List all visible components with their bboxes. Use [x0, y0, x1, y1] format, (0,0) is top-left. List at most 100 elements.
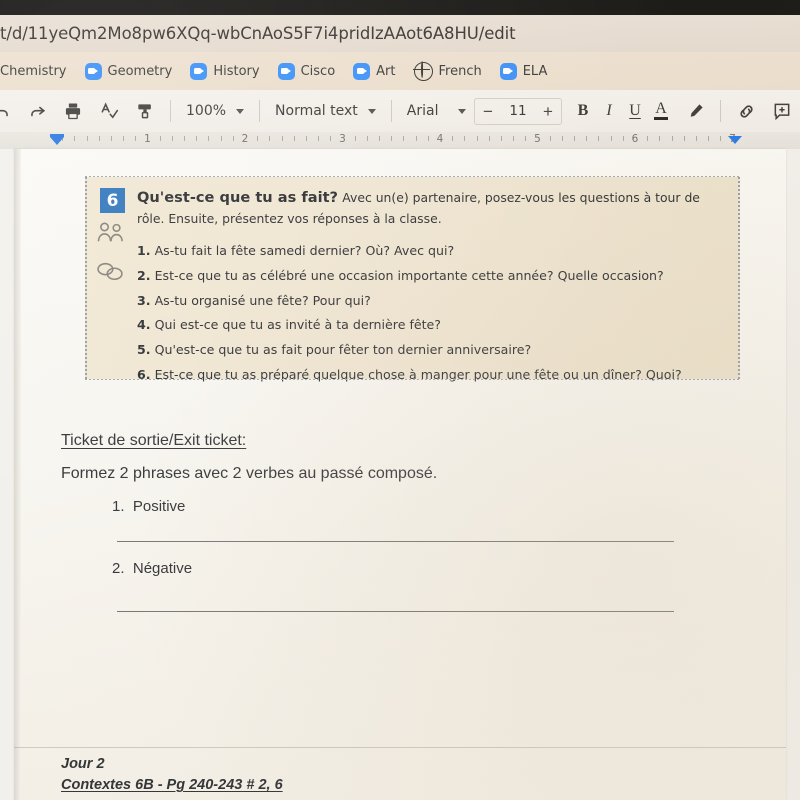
ruler-tick: [415, 136, 417, 141]
ruler-tick: [366, 136, 368, 141]
bookmark-ela[interactable]: ELA: [491, 58, 557, 84]
ruler-tick: [427, 136, 429, 141]
question-text: Est-ce que tu as célébré une occasion im…: [150, 267, 664, 283]
ruler-tick: [464, 136, 466, 141]
ruler-tick: [269, 136, 271, 141]
text-color-button[interactable]: A: [648, 98, 674, 124]
textbook-exercise-image[interactable]: 6 Qu'est-ce que tu as fait? Avec un(e) p…: [85, 176, 740, 382]
footer-day-label[interactable]: Jour 2: [61, 756, 105, 772]
ruler-tick: [488, 136, 490, 141]
spellcheck-icon[interactable]: [94, 96, 124, 126]
font-size-stepper[interactable]: − 11 +: [474, 97, 562, 125]
paragraph-style-value: Normal text: [275, 103, 358, 119]
list-item-number: 2.: [112, 560, 125, 577]
ruler-tick: [476, 136, 478, 141]
ruler-tick: [379, 136, 381, 141]
pair-work-icon: [97, 222, 123, 242]
decrease-font-size-button[interactable]: −: [475, 99, 501, 124]
ruler-tick: [622, 136, 624, 141]
question-number: 1.: [137, 243, 151, 258]
ruler-tick: [695, 136, 697, 141]
bookmark-label: French: [438, 63, 482, 79]
exit-ticket-prompt[interactable]: Formez 2 phrases avec 2 verbes au passé …: [61, 465, 437, 483]
footer-assignment-label[interactable]: Contextes 6B - Pg 240-243 # 2, 6: [61, 777, 283, 793]
paint-format-icon[interactable]: [130, 96, 160, 126]
exit-ticket-heading[interactable]: Ticket de sortie/Exit ticket:: [61, 432, 246, 450]
list-item-positive[interactable]: 1. Positive: [112, 498, 185, 515]
bookmark-french[interactable]: French: [405, 58, 491, 84]
answer-line-2[interactable]: [117, 611, 674, 612]
ruler-number: 3: [339, 133, 346, 145]
ruler-tick: [232, 136, 234, 141]
ruler-tick: [708, 136, 710, 141]
ruler-tick: [647, 136, 649, 141]
text-color-swatch: [654, 117, 668, 120]
ruler-tick: [159, 136, 161, 141]
browser-address-bar[interactable]: t/d/11yeQm2Mo8pw6XQq-wbCnAoS5F7i4pridIzA…: [0, 15, 800, 52]
exercise-instructions-line2: rôle. Ensuite, présentez vos réponses à …: [137, 210, 442, 226]
print-icon[interactable]: [58, 96, 88, 126]
ruler-tick: [208, 136, 210, 141]
exercise-activity-icons: [95, 221, 131, 287]
bookmark-geometry[interactable]: Geometry: [76, 58, 182, 84]
add-comment-icon[interactable]: [767, 96, 797, 126]
answer-line-1[interactable]: [117, 541, 674, 542]
font-size-value[interactable]: 11: [501, 103, 535, 119]
bookmark-art[interactable]: Art: [344, 58, 404, 84]
redo-icon[interactable]: [22, 96, 52, 126]
chevron-down-icon: [367, 108, 376, 114]
list-item-negative[interactable]: 2. Négative: [112, 560, 192, 577]
bookmark-label: ELA: [522, 63, 548, 79]
left-indent-marker[interactable]: [50, 137, 64, 145]
ruler-tick: [561, 136, 563, 141]
toolbar-divider: [390, 100, 392, 122]
zoom-level-value: 100%: [186, 103, 227, 119]
undo-icon[interactable]: [0, 96, 16, 126]
increase-font-size-button[interactable]: +: [535, 99, 561, 124]
question-text: Qui est-ce que tu as invité à ta dernièr…: [150, 317, 441, 333]
url-text[interactable]: t/d/11yeQm2Mo8pw6XQq-wbCnAoS5F7i4pridIzA…: [0, 24, 516, 43]
exercise-question: 6. Est-ce que tu as préparé quelque chos…: [137, 363, 724, 388]
ruler-tick: [525, 136, 527, 141]
exercise-question-list: 1. As-tu fait la fête samedi dernier? Où…: [137, 239, 724, 388]
ruler-tick: [330, 136, 332, 141]
page-break-line: [14, 747, 786, 748]
list-item-number: 1.: [112, 498, 125, 515]
zoom-level-dropdown[interactable]: 100%: [178, 98, 252, 124]
right-indent-marker[interactable]: [728, 136, 742, 144]
exercise-question: 4. Qui est-ce que tu as invité à ta dern…: [137, 313, 724, 338]
font-family-dropdown[interactable]: Arial: [399, 98, 474, 124]
link-icon[interactable]: [731, 96, 761, 126]
docs-toolbar: 100% Normal text Arial − 11 + B I U A: [0, 90, 800, 132]
bookmark-chemistry[interactable]: Chemistry: [0, 58, 76, 84]
ruler-tick: [354, 136, 356, 141]
highlight-pen-icon[interactable]: [680, 96, 710, 126]
speech-bubbles-icon: [97, 262, 123, 281]
ruler-tick: [549, 136, 551, 141]
ruler-tick: [135, 136, 137, 141]
document-page[interactable]: 6 Qu'est-ce que tu as fait? Avec un(e) p…: [14, 149, 786, 800]
bold-button[interactable]: B: [570, 98, 596, 124]
ruler-number: 5: [534, 133, 541, 145]
bookmark-cisco[interactable]: Cisco: [269, 58, 345, 84]
ruler-tick: [671, 136, 673, 141]
ruler-tick: [305, 136, 307, 141]
ruler-tick: [257, 136, 259, 141]
paragraph-style-dropdown[interactable]: Normal text: [267, 98, 384, 124]
first-line-indent-marker[interactable]: [50, 134, 64, 137]
question-number: 2.: [137, 267, 151, 283]
ruler-tick: [513, 136, 515, 141]
bookmark-label: Chemistry: [0, 63, 67, 79]
page-left-shadow: [14, 149, 21, 800]
italic-button[interactable]: I: [596, 98, 622, 124]
toolbar-divider: [170, 100, 171, 122]
toolbar-divider: [259, 100, 261, 122]
ruler-tick: [74, 136, 76, 141]
ruler-tick: [659, 136, 661, 141]
bookmark-label: History: [213, 63, 260, 79]
underline-button[interactable]: U: [622, 98, 648, 124]
bookmark-label: Art: [376, 63, 396, 79]
bookmark-history[interactable]: History: [181, 58, 268, 84]
question-number: 6.: [137, 366, 151, 382]
document-ruler[interactable]: 1234567: [0, 132, 800, 149]
